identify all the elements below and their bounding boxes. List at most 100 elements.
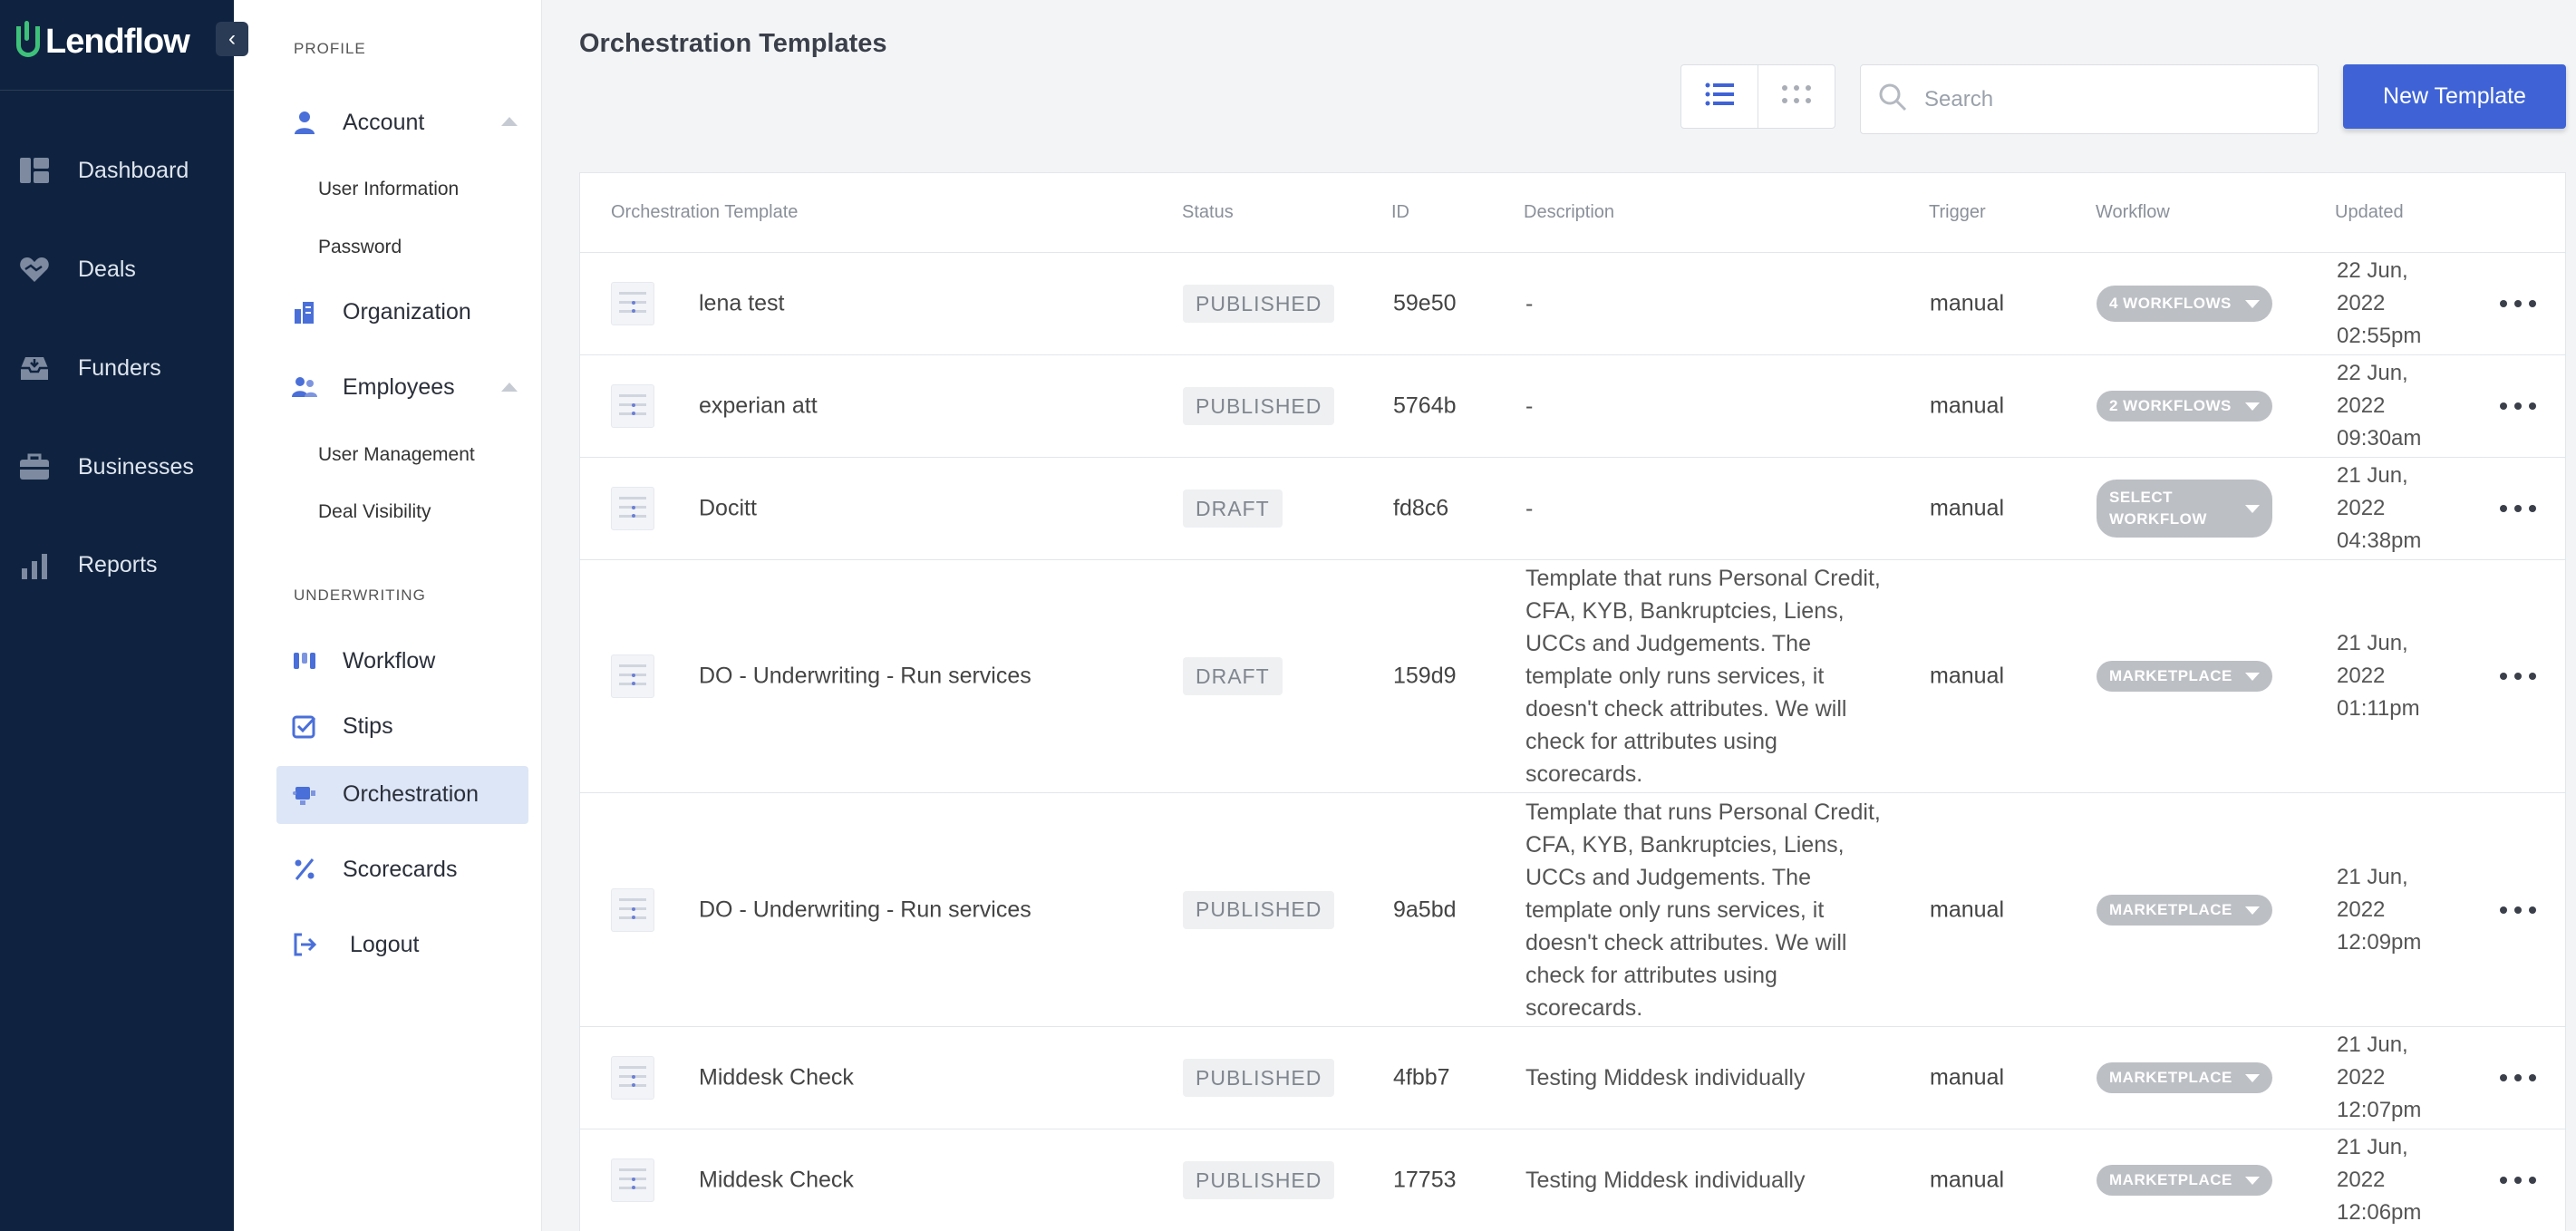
template-description: Testing Middesk individually: [1525, 1168, 1806, 1193]
list-view-button[interactable]: [1681, 65, 1758, 128]
more-options-button[interactable]: [2500, 402, 2536, 411]
nav-item-funders[interactable]: Funders: [18, 346, 227, 390]
sidebar-item-label: Orchestration: [343, 780, 479, 807]
workflow-dropdown[interactable]: 4 WORKFLOWS: [2097, 286, 2272, 322]
template-trigger: manual: [1930, 897, 2004, 922]
workflow-dropdown[interactable]: MARKETPLACE: [2097, 1062, 2272, 1093]
chevron-down-icon: [2245, 906, 2260, 915]
sidebar-sub-user-management[interactable]: User Management: [318, 444, 475, 466]
sidebar-item-employees[interactable]: Employees: [290, 367, 455, 407]
search-icon: [1877, 82, 1908, 117]
page-title: Orchestration Templates: [579, 29, 887, 58]
sidebar-item-scorecards[interactable]: Scorecards: [290, 849, 457, 889]
bar-chart-icon: [18, 548, 51, 581]
table-row[interactable]: Middesk Check PUBLISHED 4fbb7 Testing Mi…: [580, 1027, 2565, 1129]
template-icon: [611, 282, 654, 325]
nav-item-deals[interactable]: Deals: [18, 247, 227, 291]
grid-view-button[interactable]: [1758, 65, 1835, 128]
workflow-dropdown-label: MARKETPLACE: [2109, 1069, 2232, 1086]
template-id: 59e50: [1393, 290, 1457, 316]
table-row[interactable]: DO - Underwriting - Run services DRAFT 1…: [580, 560, 2565, 793]
chevron-down-icon: [2245, 673, 2260, 681]
column-header[interactable]: Status: [1182, 202, 1234, 223]
template-icon: [611, 487, 654, 530]
sidebar-item-label: Logout: [350, 931, 420, 957]
sidebar-item-stips[interactable]: Stips: [290, 706, 393, 746]
status-badge: PUBLISHED: [1183, 890, 1335, 929]
lendflow-logo[interactable]: Lendflow: [16, 20, 190, 63]
workflow-dropdown[interactable]: SELECT WORKFLOW: [2097, 480, 2272, 538]
template-name[interactable]: experian att: [699, 393, 818, 420]
sidebar-item-orchestration[interactable]: Orchestration: [290, 774, 479, 814]
column-header[interactable]: Workflow: [2096, 202, 2170, 223]
brand-name: Lendflow: [45, 22, 190, 61]
more-options-button[interactable]: [2500, 504, 2536, 513]
template-name[interactable]: Middesk Check: [699, 1168, 854, 1194]
more-options-button[interactable]: [2500, 1073, 2536, 1082]
template-icon: [611, 887, 654, 932]
template-name[interactable]: Docitt: [699, 496, 757, 522]
table-row[interactable]: Docitt DRAFT fd8c6 - manual SELECT WORKF…: [580, 458, 2565, 560]
sidebar-sub-user-information[interactable]: User Information: [318, 179, 459, 200]
caret-up-icon[interactable]: [501, 117, 518, 126]
table-row[interactable]: experian att PUBLISHED 5764b - manual 2 …: [580, 355, 2565, 458]
workflow-dropdown[interactable]: 2 WORKFLOWS: [2097, 391, 2272, 422]
sidebar-item-workflow[interactable]: Workflow: [290, 641, 435, 681]
grid-icon: [1781, 84, 1812, 109]
inbox-tray-icon: [18, 352, 51, 384]
search-input[interactable]: [1924, 86, 2305, 112]
sidebar-item-organization[interactable]: Organization: [290, 292, 471, 332]
updated-date: 22 Jun, 2022 09:30am: [2337, 361, 2422, 451]
chevron-left-icon: ‹: [228, 26, 236, 51]
orchestration-icon: [290, 780, 319, 809]
template-description: -: [1525, 291, 1534, 316]
workflow-dropdown[interactable]: MARKETPLACE: [2097, 894, 2272, 926]
template-name[interactable]: DO - Underwriting - Run services: [699, 664, 1031, 690]
sidebar-item-label: Organization: [343, 298, 471, 325]
more-options-button[interactable]: [2500, 299, 2536, 308]
table-row[interactable]: Middesk Check PUBLISHED 17753 Testing Mi…: [580, 1129, 2565, 1231]
sidebar-item-account[interactable]: Account: [290, 102, 424, 142]
column-header[interactable]: Description: [1524, 202, 1614, 223]
more-options-button[interactable]: [2500, 1176, 2536, 1185]
table-row[interactable]: DO - Underwriting - Run services PUBLISH…: [580, 793, 2565, 1027]
more-options-button[interactable]: [2500, 906, 2536, 915]
sidebar-sub-password[interactable]: Password: [318, 237, 402, 258]
sidebar-item-label: Account: [343, 109, 425, 135]
template-trigger: manual: [1930, 663, 2004, 689]
nav-item-businesses[interactable]: Businesses: [18, 445, 227, 489]
column-header[interactable]: Trigger: [1929, 202, 1986, 223]
table-row[interactable]: lena test PUBLISHED 59e50 - manual 4 WOR…: [580, 253, 2565, 355]
caret-up-icon[interactable]: [501, 383, 518, 392]
template-trigger: manual: [1930, 1064, 2004, 1090]
template-name[interactable]: DO - Underwriting - Run services: [699, 897, 1031, 923]
nav-item-label: Businesses: [78, 453, 194, 480]
sidebar-sub-deal-visibility[interactable]: Deal Visibility: [318, 501, 431, 523]
view-toggle: [1680, 64, 1835, 129]
column-header[interactable]: Updated: [2335, 202, 2404, 223]
more-options-button[interactable]: [2500, 672, 2536, 681]
workflow-dropdown[interactable]: MARKETPLACE: [2097, 661, 2272, 692]
chevron-down-icon: [2245, 1177, 2260, 1185]
updated-date: 22 Jun, 2022 02:55pm: [2337, 258, 2422, 348]
nav-item-label: Funders: [78, 354, 161, 381]
template-icon: [611, 1158, 654, 1202]
collapse-sidebar-button[interactable]: ‹: [216, 22, 248, 56]
column-header[interactable]: ID: [1391, 202, 1409, 223]
nav-item-reports[interactable]: Reports: [18, 543, 227, 586]
sidebar-item-logout[interactable]: Logout: [290, 925, 419, 964]
template-id: fd8c6: [1393, 495, 1449, 521]
search-box: [1860, 64, 2319, 134]
workflow-dropdown[interactable]: MARKETPLACE: [2097, 1165, 2272, 1196]
briefcase-icon: [18, 451, 51, 483]
updated-date: 21 Jun, 2022 12:09pm: [2337, 864, 2422, 955]
chevron-down-icon: [2245, 402, 2260, 411]
column-header[interactable]: Orchestration Template: [611, 202, 798, 223]
template-icon: [611, 654, 654, 698]
status-badge: DRAFT: [1183, 657, 1283, 695]
new-template-button[interactable]: New Template: [2343, 64, 2566, 129]
nav-item-dashboard[interactable]: Dashboard: [18, 149, 227, 192]
template-id: 5764b: [1393, 393, 1457, 419]
template-name[interactable]: Middesk Check: [699, 1065, 854, 1091]
template-name[interactable]: lena test: [699, 291, 785, 317]
